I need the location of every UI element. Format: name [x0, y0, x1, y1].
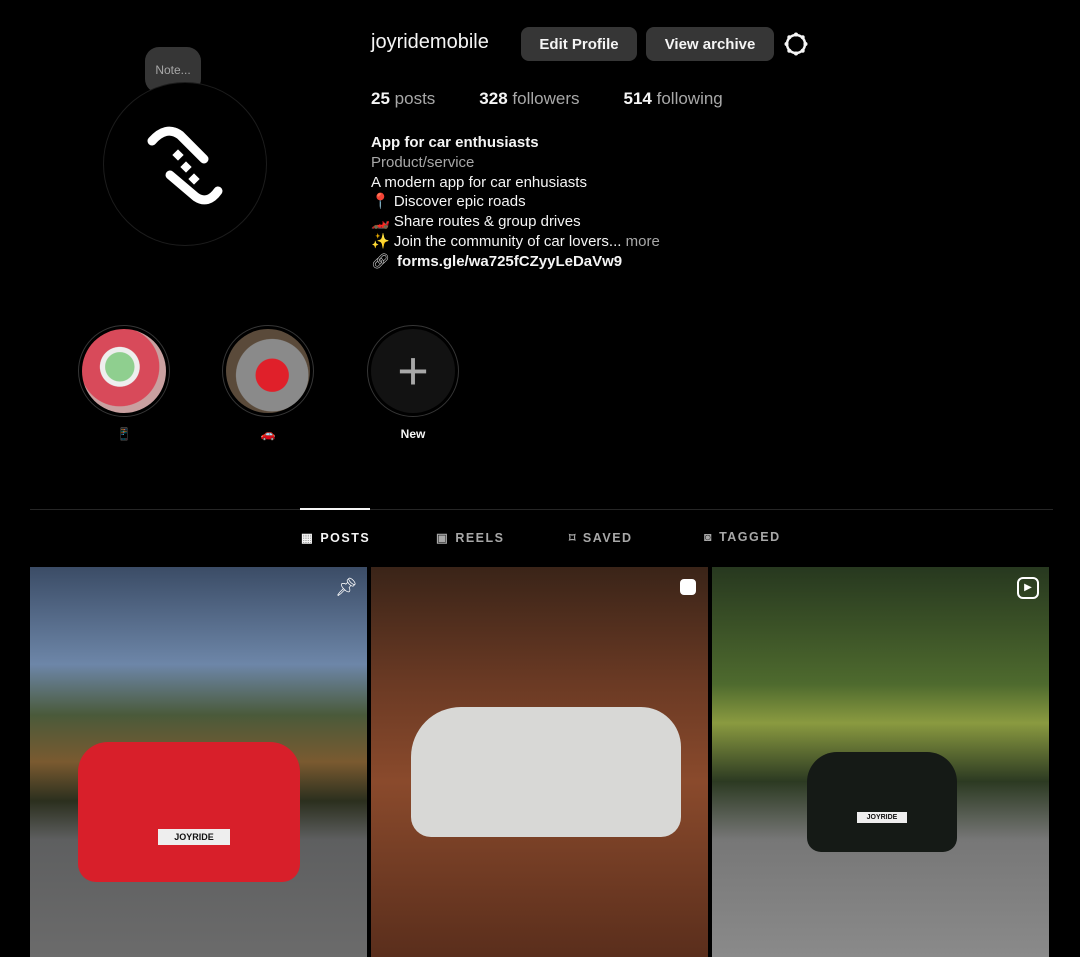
category: Product/service: [371, 153, 475, 171]
tab-reels[interactable]: ▣ REELS: [436, 530, 505, 546]
bio-line: A modern app for car enhusiasts: [371, 173, 587, 191]
edit-profile-button[interactable]: Edit Profile: [521, 27, 637, 61]
followers-link[interactable]: 328 followers: [479, 89, 579, 109]
bio: App for car enthusiasts Product/service …: [371, 133, 660, 272]
avatar[interactable]: [103, 82, 267, 246]
following-link[interactable]: 514 following: [624, 89, 723, 109]
tagged-icon: ◙: [704, 530, 714, 544]
post-tile[interactable]: [371, 567, 708, 957]
tab-tagged[interactable]: ◙ TAGGED: [704, 530, 781, 544]
bio-link[interactable]: forms.gle/wa725fCZyyLeDaVw9: [397, 252, 622, 272]
view-archive-button[interactable]: View archive: [646, 27, 774, 61]
grid-icon: ▦: [301, 531, 315, 545]
settings-gear-icon[interactable]: [783, 31, 809, 57]
highlight-label: New: [400, 427, 426, 441]
active-tab-indicator: [300, 508, 370, 510]
profile-stats: 25 posts 328 followers 514 following: [371, 89, 723, 109]
highlight-1[interactable]: 📱: [78, 325, 170, 441]
post-tile[interactable]: JOYRIDE ▶: [712, 567, 1049, 957]
bio-line: 📍 Discover epic roads: [371, 193, 526, 211]
license-plate: JOYRIDE: [158, 829, 230, 845]
joyride-logo-icon: [147, 126, 223, 205]
carousel-icon: [680, 579, 696, 595]
plus-icon: +: [397, 341, 429, 401]
tab-posts[interactable]: ▦ POSTS: [301, 530, 370, 546]
reel-icon: ▶: [1017, 577, 1039, 599]
car-image: [807, 752, 957, 852]
license-plate: JOYRIDE: [857, 812, 907, 823]
tab-saved[interactable]: ⌑ SAVED: [569, 530, 633, 546]
note-text: Note...: [155, 63, 191, 77]
profile-name: App for car enthusiasts: [371, 134, 539, 151]
pin-icon: 📌︎: [335, 577, 358, 597]
more-link[interactable]: more: [626, 233, 660, 250]
car-image: [411, 707, 681, 837]
link-icon: 🔗︎: [371, 252, 391, 270]
divider: [30, 509, 1053, 510]
bookmark-icon: ⌑: [569, 531, 577, 545]
posts-count: 25 posts: [371, 89, 436, 108]
highlight-label: 📱: [116, 427, 132, 441]
bio-line: 🏎️ Share routes & group drives: [371, 213, 581, 231]
highlight-label: 🚗: [260, 427, 276, 441]
car-image: [78, 742, 300, 882]
highlight-2[interactable]: 🚗: [222, 325, 314, 441]
post-tile[interactable]: JOYRIDE 📌︎: [30, 567, 367, 957]
reels-icon: ▣: [436, 531, 450, 545]
new-highlight-button[interactable]: + New: [367, 325, 459, 441]
bio-line: ✨ Join the community of car lovers...: [371, 232, 622, 250]
username: joyridemobile: [371, 31, 489, 53]
